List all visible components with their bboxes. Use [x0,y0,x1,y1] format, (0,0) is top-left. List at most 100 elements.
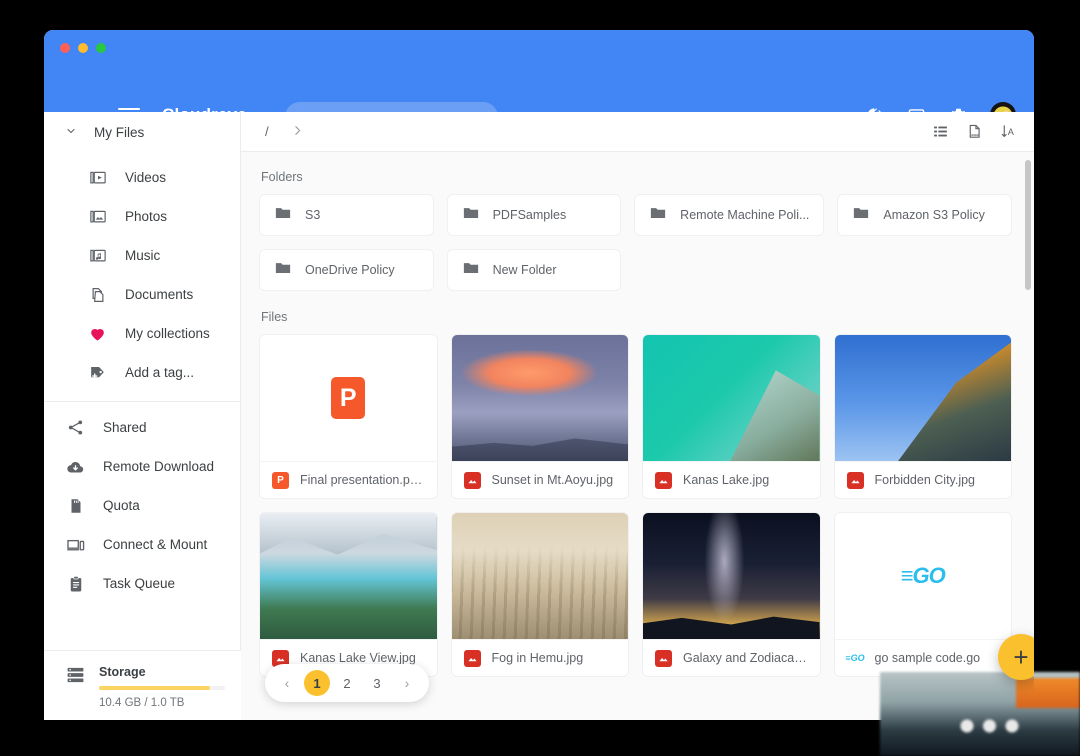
file-card[interactable]: Forbidden City.jpg [833,334,1012,499]
window-maximize-button[interactable] [96,43,106,53]
file-card-footer: Forbidden City.jpg [834,461,1011,498]
thumbnail-image [643,335,820,461]
file-thumbnail [260,513,437,639]
main-panel: / A Folders S3 PDFSamples Remote Machine… [241,112,1034,720]
folders-section-label: Folders [261,170,303,184]
pagination-next[interactable]: › [394,670,420,696]
file-card-footer: Sunset in Mt.Aoyu.jpg [451,461,628,498]
file-thumbnail: P [260,335,437,461]
sidebar-label: Videos [125,170,167,185]
sd-card-icon [66,496,85,515]
sidebar-label: My collections [125,326,210,341]
sidebar-item-photos[interactable]: Photos [44,197,240,236]
folder-icon [852,204,870,227]
folder-name: New Folder [492,263,557,277]
sidebar-item-quota[interactable]: Quota [44,486,240,525]
file-card[interactable]: Kanas Lake.jpg [642,334,821,499]
breadcrumb-bar: / A [241,112,1034,152]
content-scrollbar[interactable] [1025,160,1031,680]
add-tag-icon [88,363,107,382]
sidebar-primary-nav: Videos Photos Music Documents My collect… [44,152,240,603]
folder-name: S3 [305,208,321,222]
folder-card[interactable]: New Folder [446,249,622,291]
sidebar-label: Quota [103,498,140,513]
sidebar-item-add-a-tag[interactable]: Add a tag... [44,353,240,392]
file-name: Final presentation.pp... [300,473,425,487]
sidebar-label: Remote Download [103,459,215,474]
folder-icon [462,259,480,282]
breadcrumb-root[interactable]: / [265,124,269,139]
cloud-download-icon [66,457,85,476]
sidebar-label: Documents [125,287,194,302]
folder-card[interactable]: PDFSamples [446,194,622,236]
folder-name: PDFSamples [492,208,567,222]
file-card[interactable]: P P Final presentation.pp... [259,334,438,499]
golang-icon: ≡GO [900,563,946,588]
app-bar: Cloudreve Search... [44,30,1034,132]
folder-card[interactable]: Remote Machine Poli... [634,194,825,236]
sidebar-item-my-files[interactable]: My Files [44,112,240,152]
file-name: Kanas Lake.jpg [683,473,770,487]
scrollbar-thumb[interactable] [1025,160,1031,290]
storage-progress-track [99,686,225,690]
folder-icon [649,204,667,227]
file-name: Kanas Lake View.jpg [300,651,416,665]
pagination-page-3[interactable]: 3 [364,670,390,696]
file-type-badge-image [655,649,672,667]
storage-icon [66,665,85,720]
app-window: Cloudreve Search... [44,30,1034,720]
list-view-icon[interactable] [928,120,952,144]
sidebar-item-documents[interactable]: Documents [44,275,240,314]
sort-alpha-icon[interactable]: A [996,120,1020,144]
sidebar-item-shared[interactable]: Shared [44,408,240,447]
window-traffic-lights [60,43,106,53]
sidebar: My Files Videos Photos Music Documents M… [44,112,241,720]
file-card[interactable]: Fog in Hemu.jpg [450,512,629,677]
sidebar-item-videos[interactable]: Videos [44,158,240,197]
folder-card[interactable]: OneDrive Policy [259,249,434,291]
window-close-button[interactable] [60,43,70,53]
thumbnail-image [451,335,628,461]
folder-icon [462,204,480,227]
sidebar-item-remote-download[interactable]: Remote Download [44,447,240,486]
pagination-page-1[interactable]: 1 [304,670,330,696]
pagination-prev[interactable]: ‹ [274,670,300,696]
thumbnail-image [451,513,628,639]
sidebar-label: Shared [103,420,147,435]
video-library-icon [88,168,107,187]
screen: Cloudreve Search... [0,0,1080,756]
sidebar-item-task-queue[interactable]: Task Queue [44,564,240,603]
background-window-artifact [880,672,1080,756]
thumbnail-image [260,513,437,639]
file-thumbnail [451,513,628,639]
folder-name: OneDrive Policy [305,263,395,277]
thumbnail-image [643,513,820,639]
file-card[interactable]: ≡GO ≡GO go sample code.go [833,512,1012,677]
file-card[interactable]: Galaxy and Zodiacal ... [642,512,821,677]
storage-title: Storage [99,665,146,679]
sidebar-label: Connect & Mount [103,537,208,552]
sidebar-label: Photos [125,209,168,224]
file-name: Forbidden City.jpg [874,473,976,487]
pagination-page-2[interactable]: 2 [334,670,360,696]
file-card[interactable]: Kanas Lake View.jpg [259,512,438,677]
file-card[interactable]: Sunset in Mt.Aoyu.jpg [450,334,629,499]
sidebar-item-my-collections[interactable]: My collections [44,314,240,353]
photo-library-icon [88,207,107,226]
file-thumbnail [643,335,820,461]
new-file-icon[interactable] [962,120,986,144]
file-thumbnail: ≡GO [835,513,1012,639]
file-name: go sample code.go [874,651,981,665]
sidebar-item-connect-and-mount[interactable]: Connect & Mount [44,525,240,564]
file-type-badge-image [463,471,481,489]
file-card-footer: Kanas Lake.jpg [643,461,820,498]
folder-card[interactable]: Amazon S3 Policy [837,194,1012,236]
folder-icon [274,259,292,282]
window-minimize-button[interactable] [78,43,88,53]
folder-name: Amazon S3 Policy [883,208,985,222]
sidebar-item-music[interactable]: Music [44,236,240,275]
storage-widget[interactable]: Storage 10.4 GB / 1.0 TB [44,650,241,720]
sidebar-label: Add a tag... [125,365,195,380]
chevron-right-icon[interactable] [291,124,304,140]
folder-card[interactable]: S3 [259,194,434,236]
